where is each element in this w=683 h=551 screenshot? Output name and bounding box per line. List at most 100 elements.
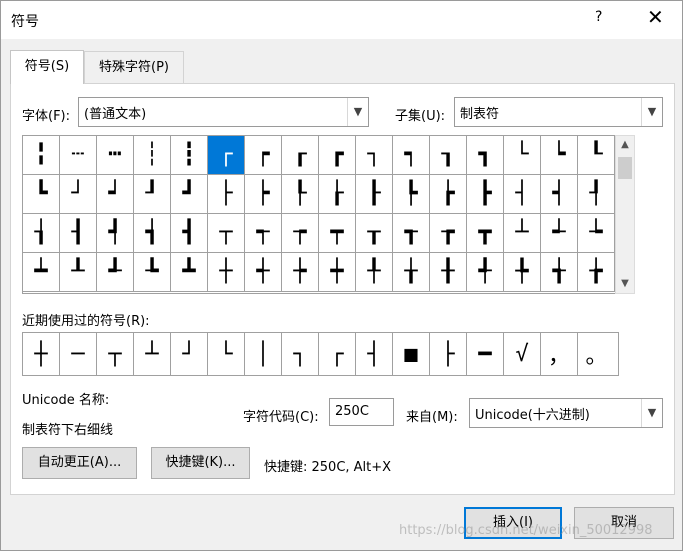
recent-symbol-cell[interactable]: ┼ [23,333,60,375]
symbol-cell[interactable]: ┕ [541,136,578,175]
symbol-cell[interactable]: ┯ [319,214,356,253]
symbol-cell[interactable]: ┚ [134,175,171,214]
symbol-cell[interactable]: ┞ [282,175,319,214]
char-code-input[interactable]: 250C [329,398,394,426]
recent-symbol-cell[interactable]: ┴ [134,333,171,375]
recent-symbol-cell[interactable]: │ [245,333,282,375]
symbol-cell[interactable]: ┎ [282,136,319,175]
symbol-grid-scrollbar[interactable]: ▲ ▼ [615,135,635,294]
symbol-cell[interactable]: ╁ [393,253,430,292]
symbol-cell[interactable]: ┳ [467,214,504,253]
symbol-cell[interactable]: ┟ [319,175,356,214]
recent-symbol-cell[interactable]: √ [504,333,541,375]
recent-symbol-cell[interactable]: ┘ [171,333,208,375]
shortcut-key-button[interactable]: 快捷键(K)... [151,447,250,479]
recent-symbol-cell[interactable]: 。 [578,333,615,375]
symbol-cell[interactable]: ├ [208,175,245,214]
recent-symbol-cell[interactable]: ， [541,333,578,375]
recent-symbol-cell[interactable]: ├ [430,333,467,375]
symbol-cell[interactable]: ┹ [97,253,134,292]
symbol-cell[interactable]: ┑ [393,136,430,175]
title-bar: 符号 ? ✕ [1,1,682,39]
scroll-down-icon[interactable]: ▼ [616,275,634,293]
symbol-cell[interactable]: ┱ [393,214,430,253]
recent-symbol-cell[interactable]: ■ [393,333,430,375]
symbol-cell[interactable]: ┗ [23,175,60,214]
close-icon[interactable]: ✕ [647,5,664,29]
symbol-cell[interactable]: ┣ [467,175,504,214]
symbol-cell[interactable]: ╆ [578,253,615,292]
symbol-cell[interactable]: ┠ [356,175,393,214]
symbol-cell[interactable]: ┽ [245,253,282,292]
symbol-cell[interactable]: ┤ [504,175,541,214]
symbol-cell[interactable]: ┌ [208,136,245,175]
symbol-cell[interactable]: ┾ [282,253,319,292]
symbol-cell[interactable]: ┘ [60,175,97,214]
from-select[interactable]: Unicode(十六进制) ▼ [469,398,663,428]
symbol-cell[interactable]: ┇ [171,136,208,175]
symbol-cell[interactable]: ┵ [541,214,578,253]
recent-symbol-cell[interactable]: ┌ [319,333,356,375]
chevron-down-icon[interactable]: ▼ [641,399,662,427]
symbol-cell[interactable]: ┒ [430,136,467,175]
symbol-cell[interactable]: ┧ [23,214,60,253]
symbol-cell[interactable]: ┶ [578,214,615,253]
recent-symbol-cell[interactable]: ┐ [282,333,319,375]
symbol-cell[interactable]: ┦ [578,175,615,214]
symbol-cell[interactable]: ┩ [97,214,134,253]
symbol-cell[interactable]: ╅ [541,253,578,292]
chevron-down-icon[interactable]: ▼ [347,98,368,126]
symbol-cell[interactable]: └ [504,136,541,175]
symbol-cell[interactable]: ┻ [171,253,208,292]
symbol-cell[interactable]: ┖ [578,136,615,175]
symbol-cell[interactable]: ┙ [97,175,134,214]
recent-symbol-cell[interactable]: ┤ [356,333,393,375]
symbol-cell[interactable]: ╏ [23,136,60,175]
symbol-cell[interactable]: ┆ [134,136,171,175]
symbol-cell[interactable]: ┿ [319,253,356,292]
symbol-cell[interactable]: ┰ [356,214,393,253]
symbol-cell[interactable]: ┲ [430,214,467,253]
recent-symbol-cell[interactable]: ━ [467,333,504,375]
symbol-cell[interactable]: ╄ [504,253,541,292]
symbol-cell[interactable]: ┫ [171,214,208,253]
symbol-cell[interactable]: ┢ [430,175,467,214]
help-button[interactable]: ? [595,9,602,25]
symbol-cell[interactable]: ┛ [171,175,208,214]
symbol-cell[interactable]: ┅ [97,136,134,175]
scroll-thumb[interactable] [618,157,632,179]
symbol-cell[interactable]: ┬ [208,214,245,253]
symbol-cell[interactable]: ╀ [356,253,393,292]
symbol-cell[interactable]: ┼ [208,253,245,292]
symbol-cell[interactable]: ┭ [245,214,282,253]
symbol-cell[interactable]: ┍ [245,136,282,175]
symbol-cell[interactable]: ┨ [60,214,97,253]
symbol-cell[interactable]: ┐ [356,136,393,175]
symbol-cell[interactable]: ╃ [467,253,504,292]
tab-special-characters[interactable]: 特殊字符(P) [84,51,184,83]
autocorrect-button[interactable]: 自动更正(A)... [22,447,137,479]
recent-symbol-cell[interactable]: ┬ [97,333,134,375]
symbol-cell[interactable]: ┴ [504,214,541,253]
symbol-cell[interactable]: ┸ [60,253,97,292]
symbol-cell[interactable]: ┝ [245,175,282,214]
chevron-down-icon[interactable]: ▼ [641,98,662,126]
recent-symbol-cell[interactable]: ─ [60,333,97,375]
symbol-cell[interactable]: ┷ [23,253,60,292]
symbol-cell[interactable]: ┡ [393,175,430,214]
tab-symbols[interactable]: 符号(S) [10,50,84,84]
shortcut-info: 快捷键: 250C, Alt+X [264,460,392,475]
symbol-cell[interactable]: ┥ [541,175,578,214]
symbol-cell[interactable]: ╂ [430,253,467,292]
recent-symbol-cell[interactable]: └ [208,333,245,375]
symbol-cell[interactable]: ┪ [134,214,171,253]
symbol-cell[interactable]: ┄ [60,136,97,175]
symbol-cell[interactable]: ┓ [467,136,504,175]
scroll-up-icon[interactable]: ▲ [616,136,634,154]
from-label: 来自(M): [406,410,458,425]
subset-select[interactable]: 制表符 ▼ [454,97,663,127]
symbol-cell[interactable]: ┮ [282,214,319,253]
symbol-cell[interactable]: ┺ [134,253,171,292]
font-select[interactable]: (普通文本) ▼ [78,97,369,127]
symbol-cell[interactable]: ┏ [319,136,356,175]
